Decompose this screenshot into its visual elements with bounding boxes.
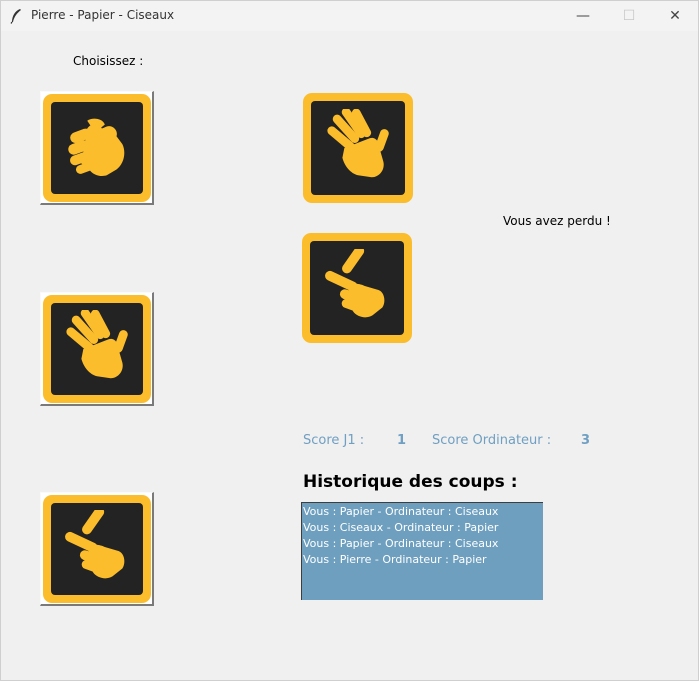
paper-button[interactable] bbox=[40, 292, 154, 406]
player-score-label: Score J1 : bbox=[303, 433, 365, 448]
paper-hand-icon bbox=[327, 109, 389, 178]
result-message: Vous avez perdu ! bbox=[503, 214, 611, 228]
feather-icon bbox=[10, 9, 21, 24]
computer-choice-tile bbox=[302, 233, 412, 343]
player-choice-tile-inner bbox=[311, 101, 405, 195]
choose-label: Choisissez : bbox=[73, 54, 144, 68]
paper-hand-icon bbox=[65, 309, 128, 378]
computer-choice-tile-inner bbox=[310, 241, 404, 335]
app-window: Pierre - Papier - Ciseaux — ☐ ✕ Choisiss… bbox=[0, 0, 699, 681]
computer-choice-display bbox=[302, 233, 412, 343]
player-choice-tile bbox=[303, 93, 413, 203]
close-button[interactable]: ✕ bbox=[652, 1, 698, 31]
paper-tile-inner bbox=[50, 302, 143, 395]
computer-score-label: Score Ordinateur : bbox=[432, 433, 552, 448]
player-choice-display bbox=[303, 93, 413, 203]
player-score-value: 1 bbox=[397, 433, 407, 448]
history-entry: Vous : Papier - Ordinateur : Ciseaux bbox=[303, 505, 499, 518]
history-list[interactable]: Vous : Papier - Ordinateur : Ciseaux Vou… bbox=[301, 502, 543, 600]
history-entry: Vous : Papier - Ordinateur : Ciseaux bbox=[303, 537, 499, 550]
history-entry: Vous : Ciseaux - Ordinateur : Papier bbox=[303, 521, 499, 534]
title-bar[interactable]: Pierre - Papier - Ciseaux — ☐ ✕ bbox=[1, 1, 698, 31]
minimize-button[interactable]: — bbox=[560, 1, 606, 31]
window-title: Pierre - Papier - Ciseaux bbox=[31, 8, 175, 22]
rock-tile bbox=[42, 93, 151, 202]
history-title: Historique des coups : bbox=[303, 472, 518, 492]
rock-tile-inner bbox=[50, 101, 143, 194]
rock-fist-icon bbox=[67, 118, 124, 176]
scissors-tile-inner bbox=[50, 502, 143, 595]
rock-button[interactable] bbox=[40, 91, 154, 205]
maximize-button[interactable]: ☐ bbox=[606, 1, 652, 31]
history-entry: Vous : Pierre - Ordinateur : Papier bbox=[303, 553, 487, 566]
paper-tile bbox=[42, 294, 151, 403]
scissors-hand-icon bbox=[64, 509, 124, 578]
scissors-tile bbox=[42, 494, 151, 603]
scissors-button[interactable] bbox=[40, 492, 154, 606]
computer-score-value: 3 bbox=[581, 433, 591, 448]
scissors-hand-icon bbox=[325, 249, 385, 318]
